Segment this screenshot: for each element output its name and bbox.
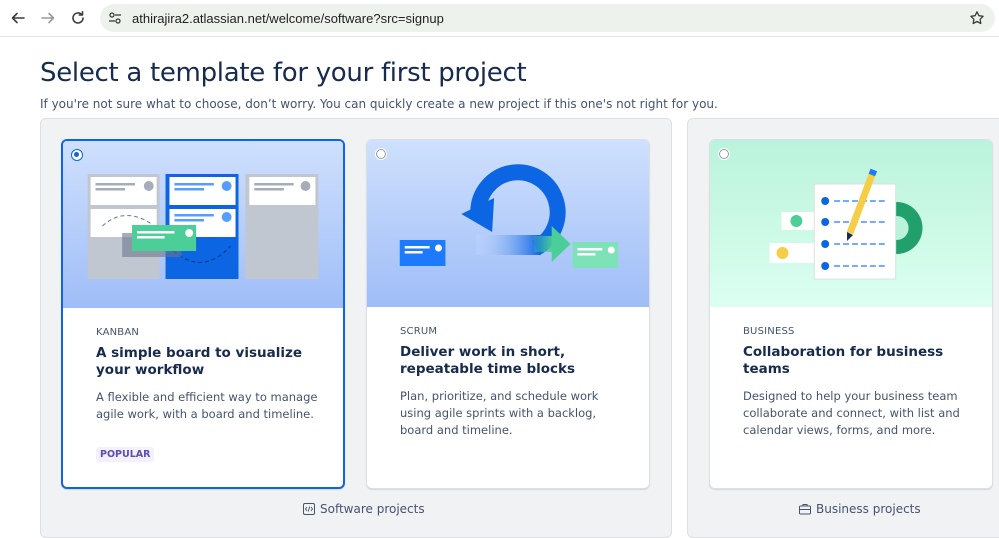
forward-button[interactable] bbox=[38, 8, 58, 28]
address-bar[interactable]: athirajira2.atlassian.net/welcome/softwa… bbox=[100, 4, 995, 32]
arrow-right-icon bbox=[41, 12, 55, 24]
card-title: Collaboration for business teams bbox=[743, 344, 944, 377]
scrum-illustration bbox=[367, 140, 649, 307]
card-title: A simple board to visualize your workflo… bbox=[96, 345, 302, 378]
kanban-template-card[interactable]: KANBAN A simple board to visualize your … bbox=[61, 139, 345, 489]
business-projects-label: Business projects bbox=[799, 502, 921, 516]
card-description: A flexible and efficient way to manage a… bbox=[96, 390, 318, 421]
business-template-card[interactable]: BUSINESS Collaboration for business team… bbox=[709, 139, 993, 489]
page-subtitle: If you're not sure what to choose, don’t… bbox=[40, 97, 718, 111]
popular-badge: POPULAR bbox=[96, 447, 155, 462]
kanban-illustration bbox=[63, 141, 343, 308]
card-category: SCRUM bbox=[400, 326, 438, 337]
business-projects-group: BUSINESS Collaboration for business team… bbox=[687, 118, 999, 538]
business-illustration bbox=[710, 140, 992, 307]
card-description: Plan, prioritize, and schedule work usin… bbox=[400, 389, 599, 437]
star-icon[interactable] bbox=[969, 10, 985, 26]
code-icon bbox=[303, 503, 315, 515]
browser-toolbar: athirajira2.atlassian.net/welcome/softwa… bbox=[0, 0, 999, 37]
briefcase-icon bbox=[799, 504, 811, 515]
page-title: Select a template for your first project bbox=[40, 58, 527, 88]
arrow-left-icon bbox=[11, 12, 25, 24]
back-button[interactable] bbox=[8, 8, 28, 28]
kanban-radio[interactable] bbox=[71, 149, 83, 161]
card-description: Designed to help your business team coll… bbox=[743, 389, 960, 437]
software-projects-group: KANBAN A simple board to visualize your … bbox=[40, 118, 672, 538]
reload-button[interactable] bbox=[68, 8, 88, 28]
software-projects-label: Software projects bbox=[303, 502, 425, 516]
card-category: KANBAN bbox=[96, 327, 140, 338]
url-text[interactable]: athirajira2.atlassian.net/welcome/softwa… bbox=[132, 11, 444, 26]
business-projects-text: Business projects bbox=[816, 502, 921, 516]
card-title: Deliver work in short, repeatable time b… bbox=[400, 344, 576, 377]
software-projects-text: Software projects bbox=[320, 502, 425, 516]
business-radio[interactable] bbox=[718, 148, 730, 160]
reload-icon bbox=[72, 11, 84, 24]
site-settings-icon[interactable] bbox=[108, 11, 122, 25]
scrum-template-card[interactable]: SCRUM Deliver work in short, repeatable … bbox=[366, 139, 650, 489]
scrum-radio[interactable] bbox=[375, 148, 387, 160]
card-category: BUSINESS bbox=[743, 326, 795, 337]
